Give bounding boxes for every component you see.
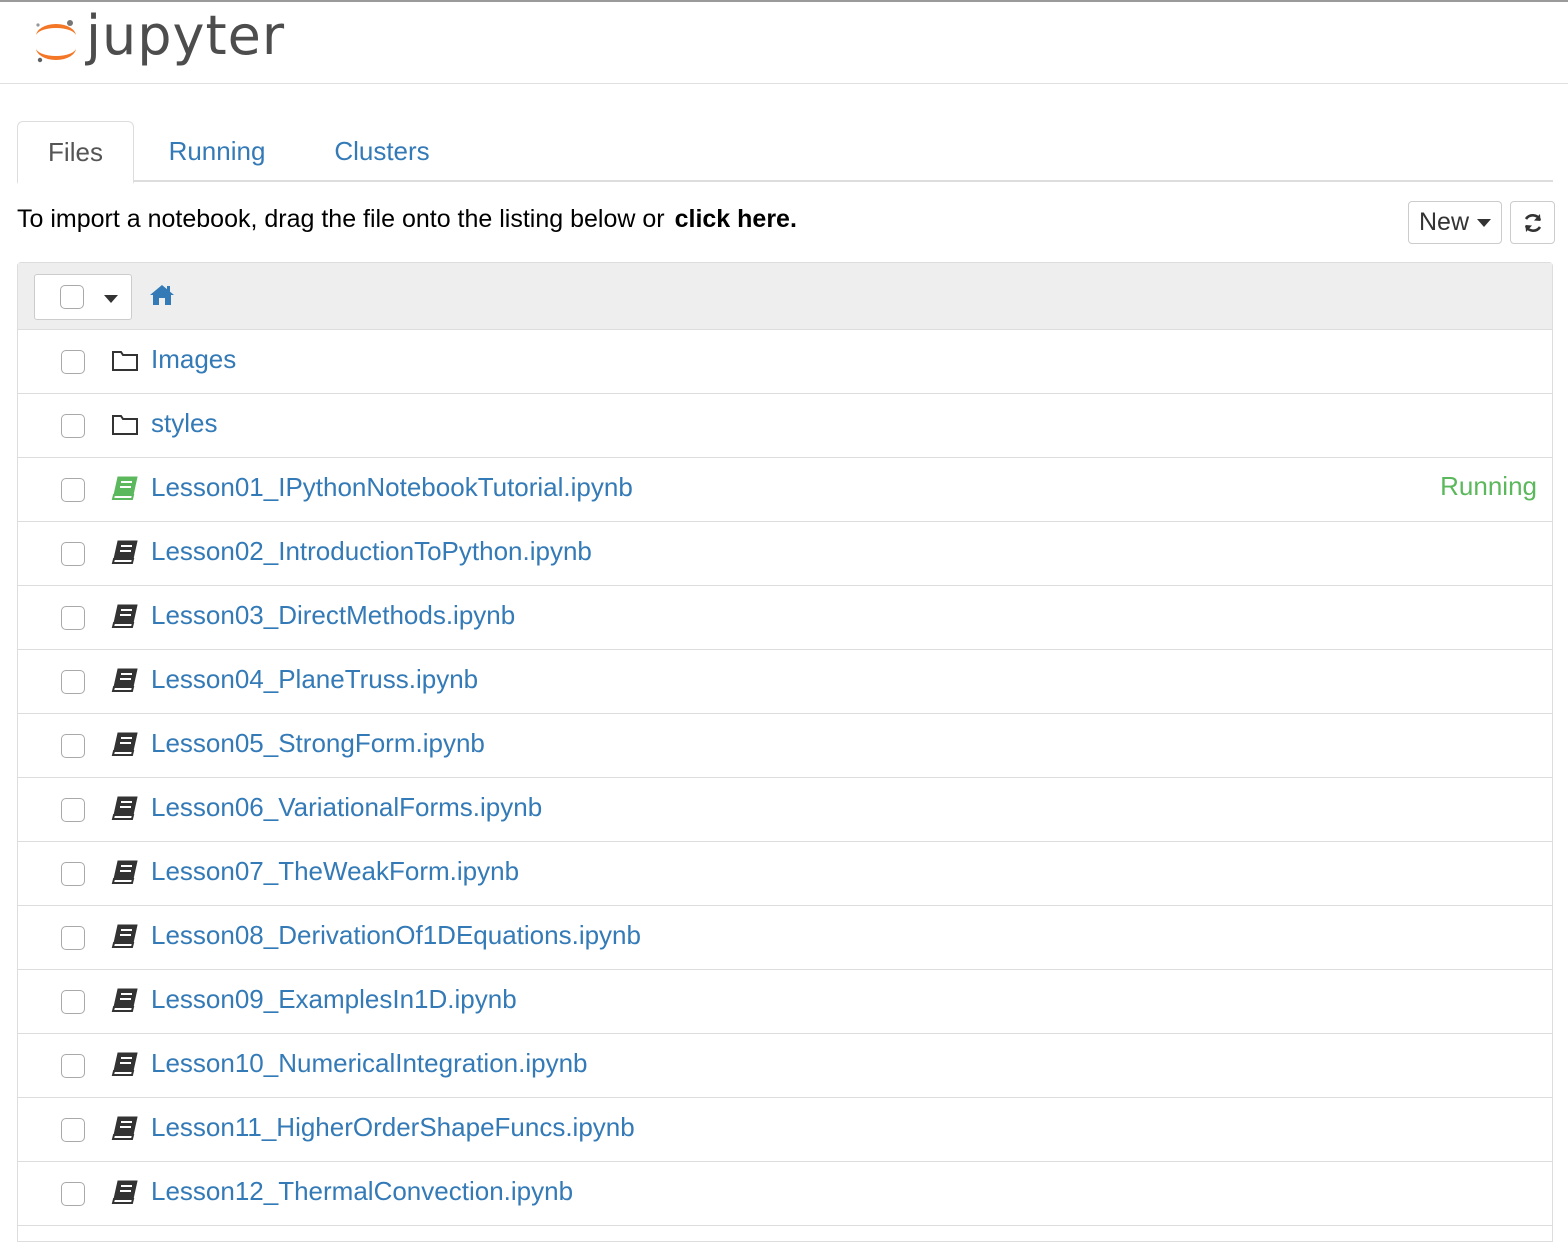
new-button-label: New bbox=[1418, 208, 1469, 236]
listing-header bbox=[18, 263, 1552, 330]
tab-bar: Files Running Clusters bbox=[17, 121, 1553, 184]
notebook-icon bbox=[111, 859, 139, 885]
jupyter-logo-icon bbox=[36, 20, 76, 63]
notebook-icon bbox=[111, 795, 139, 821]
item-checkbox[interactable] bbox=[61, 1054, 85, 1078]
list-item[interactable]: Lesson07_TheWeakForm.ipynb bbox=[18, 842, 1552, 906]
notebook-icon bbox=[111, 731, 139, 757]
item-name-link[interactable]: Lesson02_IntroductionToPython.ipynb bbox=[151, 536, 592, 567]
notebook-icon bbox=[111, 539, 139, 565]
item-checkbox[interactable] bbox=[61, 606, 85, 630]
notebook-icon bbox=[111, 1051, 139, 1077]
item-name-link[interactable]: Lesson12_ThermalConvection.ipynb bbox=[151, 1176, 573, 1207]
folder-icon bbox=[111, 347, 139, 373]
notebook-running-icon bbox=[111, 475, 139, 501]
item-name-link[interactable]: Lesson06_VariationalForms.ipynb bbox=[151, 792, 542, 823]
tab-running[interactable]: Running bbox=[152, 121, 282, 182]
item-name-link[interactable]: styles bbox=[151, 408, 217, 439]
list-item[interactable]: Lesson12_ThermalConvection.ipynb bbox=[18, 1162, 1552, 1226]
list-item[interactable]: Lesson05_StrongForm.ipynb bbox=[18, 714, 1552, 778]
tab-clusters[interactable]: Clusters bbox=[317, 121, 447, 182]
item-name-link[interactable]: Lesson10_NumericalIntegration.ipynb bbox=[151, 1048, 588, 1079]
caret-down-icon[interactable] bbox=[104, 295, 118, 303]
list-item[interactable]: Lesson03_DirectMethods.ipynb bbox=[18, 586, 1552, 650]
notebook-icon bbox=[111, 987, 139, 1013]
listing-rows: Images styles Lesson01_IPythonNotebookTuto… bbox=[18, 330, 1552, 1226]
list-item[interactable]: Lesson11_HigherOrderShapeFuncs.ipynb bbox=[18, 1098, 1552, 1162]
item-checkbox[interactable] bbox=[61, 1182, 85, 1206]
item-checkbox[interactable] bbox=[61, 414, 85, 438]
list-item[interactable]: Lesson06_VariationalForms.ipynb bbox=[18, 778, 1552, 842]
refresh-button[interactable] bbox=[1510, 201, 1555, 244]
item-checkbox[interactable] bbox=[61, 862, 85, 886]
list-item[interactable]: Images bbox=[18, 330, 1552, 394]
header-bar: jupyter bbox=[0, 2, 1568, 84]
item-name-link[interactable]: Lesson05_StrongForm.ipynb bbox=[151, 728, 485, 759]
list-item[interactable]: styles bbox=[18, 394, 1552, 458]
folder-icon bbox=[111, 411, 139, 437]
import-text: To import a notebook, drag the file onto… bbox=[17, 205, 665, 233]
item-name-link[interactable]: Lesson04_PlaneTruss.ipynb bbox=[151, 664, 478, 695]
list-item[interactable]: Lesson01_IPythonNotebookTutorial.ipynb Ru… bbox=[18, 458, 1552, 522]
notebook-icon bbox=[111, 923, 139, 949]
item-name-link[interactable]: Lesson07_TheWeakForm.ipynb bbox=[151, 856, 519, 887]
notebook-icon bbox=[111, 1115, 139, 1141]
item-checkbox[interactable] bbox=[61, 670, 85, 694]
item-checkbox[interactable] bbox=[61, 798, 85, 822]
list-item[interactable]: Lesson02_IntroductionToPython.ipynb bbox=[18, 522, 1552, 586]
notebook-icon bbox=[111, 1179, 139, 1205]
list-item[interactable]: Lesson04_PlaneTruss.ipynb bbox=[18, 650, 1552, 714]
item-checkbox[interactable] bbox=[61, 350, 85, 374]
new-dropdown-button[interactable]: New bbox=[1408, 201, 1502, 244]
refresh-icon bbox=[1524, 213, 1541, 232]
running-status: Running bbox=[1440, 471, 1537, 501]
item-name-link[interactable]: Lesson11_HigherOrderShapeFuncs.ipynb bbox=[151, 1112, 635, 1143]
notebook-icon bbox=[111, 603, 139, 629]
caret-down-icon bbox=[1477, 218, 1491, 227]
item-name-link[interactable]: Lesson03_DirectMethods.ipynb bbox=[151, 600, 515, 631]
item-checkbox[interactable] bbox=[61, 542, 85, 566]
item-name-link[interactable]: Lesson01_IPythonNotebookTutorial.ipynb bbox=[151, 472, 633, 503]
select-all-dropdown[interactable] bbox=[34, 274, 132, 320]
jupyter-logo[interactable]: jupyter bbox=[30, 4, 286, 72]
item-name-link[interactable]: Lesson08_DerivationOf1DEquations.ipynb bbox=[151, 920, 641, 951]
tab-files[interactable]: Files bbox=[17, 121, 134, 184]
item-checkbox[interactable] bbox=[61, 990, 85, 1014]
list-item[interactable]: Lesson10_NumericalIntegration.ipynb bbox=[18, 1034, 1552, 1098]
item-checkbox[interactable] bbox=[61, 734, 85, 758]
item-checkbox[interactable] bbox=[61, 478, 85, 502]
item-name-link[interactable]: Lesson09_ExamplesIn1D.ipynb bbox=[151, 984, 517, 1015]
import-instructions: To import a notebook, drag the file onto… bbox=[17, 205, 797, 234]
item-checkbox[interactable] bbox=[61, 926, 85, 950]
list-item[interactable]: Lesson08_DerivationOf1DEquations.ipynb bbox=[18, 906, 1552, 970]
home-icon[interactable] bbox=[149, 283, 175, 307]
item-name-link[interactable]: Images bbox=[151, 344, 236, 375]
jupyter-logo-text: jupyter bbox=[86, 4, 286, 67]
notebook-icon bbox=[111, 667, 139, 693]
select-all-checkbox[interactable] bbox=[60, 285, 84, 309]
list-item[interactable]: Lesson09_ExamplesIn1D.ipynb bbox=[18, 970, 1552, 1034]
import-click-here-link[interactable]: click here. bbox=[675, 205, 797, 233]
file-listing: Images styles Lesson01_IPythonNotebookTuto… bbox=[17, 262, 1553, 1242]
item-checkbox[interactable] bbox=[61, 1118, 85, 1142]
